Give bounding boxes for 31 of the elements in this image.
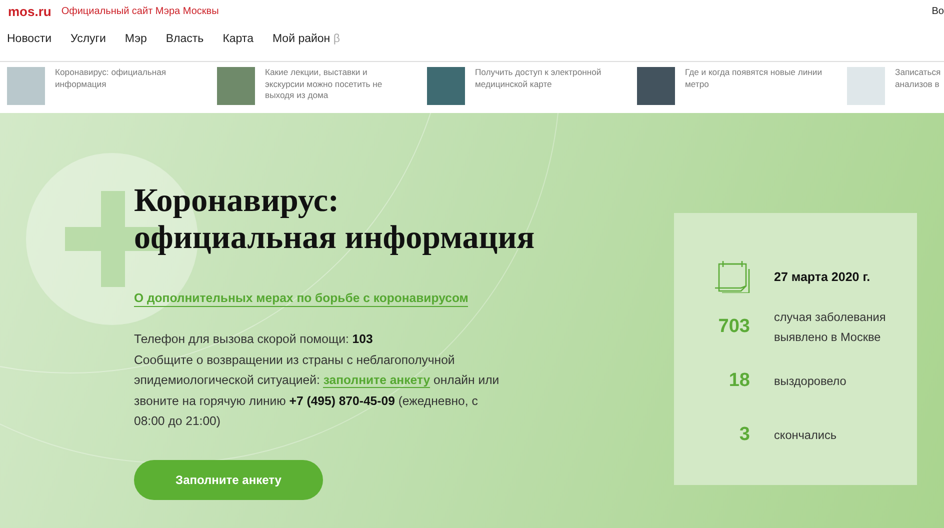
nav-link[interactable]: Услуги: [70, 33, 106, 45]
stat-number: 3: [738, 424, 750, 446]
stat-number: 703: [717, 316, 750, 338]
page-title: Коронавирус: официальная информация: [134, 183, 536, 257]
news-link[interactable]: Какие лекции, выставки и экскурсии можно посетить не выходя из дома: [265, 67, 405, 102]
stat-label: скончались: [774, 427, 838, 444]
nav-link[interactable]: Новости: [7, 33, 52, 45]
header-link[interactable]: Во: [932, 6, 944, 16]
site-subtitle: Официальный сайт Мэра Москвы: [61, 6, 220, 16]
photo-placeholder[interactable]: [7, 67, 45, 105]
nav-link[interactable]: Карта: [222, 33, 254, 45]
nav-link[interactable]: Власть: [166, 33, 204, 45]
photo-placeholder[interactable]: [427, 67, 465, 105]
news-link[interactable]: Записаться анализов в: [895, 67, 943, 90]
phone-text: Телефон для вызова скорой помощи: 103: [134, 331, 374, 348]
nav-link[interactable]: Мэр: [124, 33, 147, 45]
photo-placeholder[interactable]: [847, 67, 885, 105]
nav-link[interactable]: Мой район β: [272, 33, 340, 45]
stat-number: 18: [728, 370, 750, 392]
news-link[interactable]: Где и когда появятся новые линии метро: [685, 67, 825, 90]
report-text: Сообщите о возвращении из страны с неблагополучной эпидемиологической ситуацией: заполните анкету онлайн или звоните на горячую линию +7 (495) 870-45-09 (ежедневно, с 08:00 до 21:00): [134, 352, 500, 430]
stats-date: 27 марта 2020 г.: [774, 270, 870, 284]
photo-placeholder[interactable]: [217, 67, 255, 105]
news-link[interactable]: Получить доступ к электронной медицинской карте: [475, 67, 615, 90]
stat-label: выздоровело: [774, 373, 848, 390]
news-link[interactable]: Коронавирус: официальная информация: [55, 67, 195, 90]
beta-label: β: [333, 33, 340, 45]
site-logo[interactable]: mos.ru: [8, 4, 52, 18]
stat-label: случая заболевания выявлено в Москве: [774, 309, 887, 346]
calendar-icon: [714, 261, 750, 293]
photo-placeholder[interactable]: [637, 67, 675, 105]
